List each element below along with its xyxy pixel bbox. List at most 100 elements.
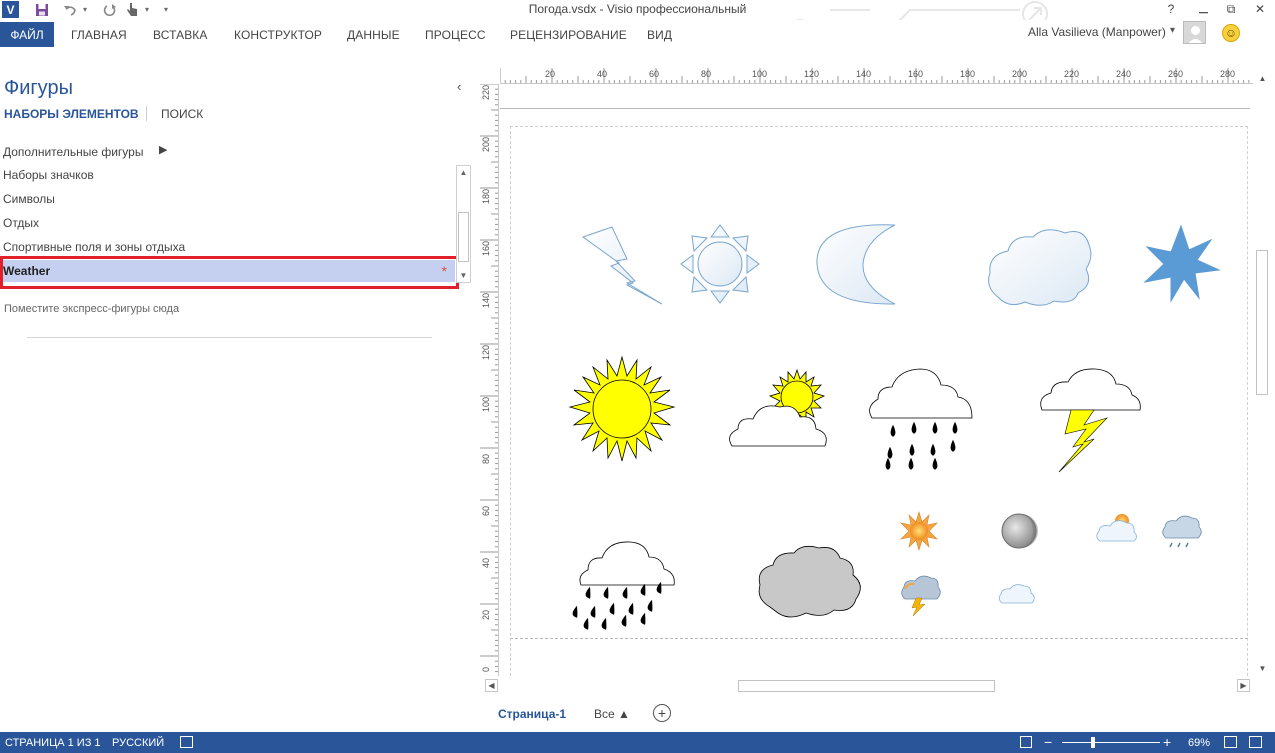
star-shape[interactable] (1143, 224, 1221, 303)
page-number-status[interactable]: СТРАНИЦА 1 ИЗ 1 (5, 737, 101, 749)
restore-icon[interactable]: ⧉ (1218, 0, 1244, 18)
tab-file[interactable]: ФАЙЛ (0, 22, 54, 47)
chevron-right-icon[interactable]: ▶ (159, 143, 167, 156)
tab-stencils[interactable]: НАБОРЫ ЭЛЕМЕНТОВ (4, 107, 139, 121)
save-icon[interactable] (34, 1, 50, 18)
shapes-pane: Фигуры ‹ НАБОРЫ ЭЛЕМЕНТОВ ПОИСК Дополнит… (0, 47, 480, 732)
scroll-up-icon[interactable]: ▲ (1256, 72, 1269, 85)
rain-drop-icon (572, 605, 578, 618)
stencil-item[interactable]: Символы (0, 188, 455, 210)
zoom-slider[interactable] (1062, 742, 1160, 743)
small-cloud-icon[interactable] (998, 584, 1035, 604)
storm-icon[interactable] (901, 575, 941, 617)
sun-outline-shape[interactable] (680, 224, 760, 304)
quick-shapes-hint: Поместите экспресс-фигуры сюда (4, 303, 180, 315)
customize-qat-icon[interactable]: ▾ (160, 1, 172, 18)
rain-drop-icon (590, 605, 596, 618)
scroll-thumb[interactable] (1256, 250, 1268, 395)
minimize-icon[interactable] (1190, 0, 1216, 18)
collapse-pane-icon[interactable]: ‹ (457, 79, 461, 94)
scroll-thumb[interactable] (458, 212, 469, 262)
tab-review[interactable]: РЕЦЕНЗИРОВАНИЕ (510, 24, 627, 46)
scroll-thumb[interactable] (738, 680, 995, 692)
scroll-down-icon[interactable]: ▼ (457, 269, 470, 282)
rain-drop-icon (908, 457, 914, 470)
touch-dropdown-icon[interactable]: ▾ (142, 1, 152, 18)
macro-recording-icon[interactable] (180, 736, 193, 748)
rain-drop-icon (930, 443, 936, 456)
partly-sunny-icon[interactable] (1096, 514, 1137, 542)
cloud-rain-icon[interactable] (1162, 515, 1202, 548)
fit-page-icon[interactable] (1224, 736, 1237, 748)
pane-title: Фигуры (4, 77, 73, 99)
stencil-item[interactable]: Отдых (0, 212, 455, 234)
page-tab[interactable]: Страница-1 (498, 707, 566, 721)
rain-drop-icon (950, 439, 956, 452)
sun-icon[interactable] (900, 510, 938, 552)
rain-drop-icon (932, 421, 938, 434)
user-dropdown-icon[interactable]: ▾ (1170, 25, 1175, 36)
tab-view[interactable]: ВИД (647, 24, 672, 46)
heavy-rain-shape[interactable] (572, 541, 675, 630)
horizontal-scrollbar[interactable]: ◀ ▶ (485, 678, 1252, 694)
lightning-outline-shape[interactable] (581, 226, 663, 305)
user-name[interactable]: Alla Vasilieva (Manpower) (1028, 25, 1166, 39)
title-bar: V ▾ ▾ ▾ Погода.vsdx - Visio профессионал… (0, 0, 1275, 41)
rain-cloud-shape[interactable] (869, 368, 973, 470)
feedback-smiley-icon[interactable]: ☺ (1222, 24, 1240, 42)
stencil-scrollbar[interactable]: ▲ ▼ (456, 165, 471, 283)
moon-icon[interactable] (1001, 513, 1038, 549)
cloud-outline-shape[interactable] (988, 229, 1092, 306)
highlight-box (0, 256, 459, 289)
stencil-item[interactable]: Спортивные поля и зоны отдыха (0, 236, 455, 258)
visio-app-icon[interactable]: V (2, 1, 19, 18)
tab-process[interactable]: ПРОЦЕСС (425, 24, 486, 46)
zoom-level[interactable]: 69% (1188, 737, 1210, 749)
moon-outline-shape[interactable] (816, 224, 896, 305)
thunderstorm-shape[interactable] (1040, 368, 1141, 473)
language-status[interactable]: РУССКИЙ (112, 737, 164, 749)
more-shapes-menu[interactable]: Дополнительные фигуры (3, 145, 143, 159)
rain-drop-icon (609, 602, 615, 615)
touch-mode-icon[interactable] (124, 1, 140, 18)
tab-search[interactable]: ПОИСК (161, 107, 203, 121)
undo-icon[interactable] (62, 1, 78, 18)
close-icon[interactable]: ✕ (1247, 0, 1273, 18)
redo-icon[interactable] (102, 1, 118, 18)
help-icon[interactable]: ? (1158, 0, 1184, 18)
rain-drop-icon (601, 617, 607, 630)
rain-drop-icon (640, 583, 646, 596)
switch-windows-icon[interactable] (1249, 736, 1262, 748)
all-pages-button[interactable]: Все ▲ (594, 707, 630, 721)
rain-drop-icon (628, 602, 634, 615)
rain-drop-icon (911, 421, 917, 434)
rain-drop-icon (885, 457, 891, 470)
vertical-scrollbar[interactable]: ▲ ▼ (1253, 70, 1270, 676)
scroll-up-icon[interactable]: ▲ (457, 166, 470, 179)
tab-home[interactable]: ГЛАВНАЯ (71, 24, 127, 46)
tab-design[interactable]: КОНСТРУКТОР (234, 24, 322, 46)
tab-insert[interactable]: ВСТАВКА (153, 24, 208, 46)
scroll-left-icon[interactable]: ◀ (485, 679, 498, 692)
rain-drop-icon (932, 457, 938, 470)
page-tabs-bar: Страница-1 Все ▲ + (480, 699, 1275, 729)
stencil-item[interactable]: Наборы значков (0, 164, 455, 186)
user-avatar[interactable] (1183, 21, 1206, 44)
sun-yellow-shape[interactable] (568, 355, 676, 462)
scroll-right-icon[interactable]: ▶ (1237, 679, 1250, 692)
ribbon-tabs: ФАЙЛ ГЛАВНАЯ ВСТАВКА КОНСТРУКТОР ДАННЫЕ … (0, 20, 1275, 47)
gray-cloud-shape[interactable] (758, 545, 861, 618)
add-page-button[interactable]: + (653, 704, 671, 722)
tab-data[interactable]: ДАННЫЕ (347, 24, 400, 46)
zoom-in-button[interactable]: + (1163, 734, 1171, 750)
rain-drop-icon (890, 424, 896, 437)
zoom-out-button[interactable]: − (1044, 734, 1052, 750)
divider (27, 337, 432, 338)
undo-dropdown-icon[interactable]: ▾ (80, 1, 90, 18)
rain-drop-icon (952, 421, 958, 434)
rain-drop-icon (640, 612, 646, 625)
presentation-mode-icon[interactable] (1020, 736, 1032, 748)
zoom-slider-thumb[interactable] (1091, 737, 1096, 748)
partly-cloudy-shape[interactable] (729, 368, 827, 447)
scroll-down-icon[interactable]: ▼ (1256, 662, 1269, 675)
